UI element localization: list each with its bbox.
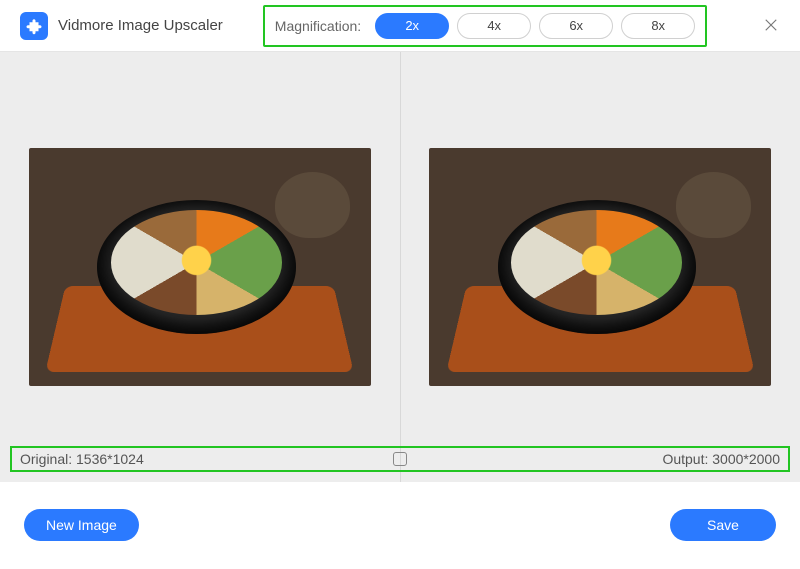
header: Vidmore Image Upscaler Magnification: 2x… (0, 0, 800, 52)
new-image-button[interactable]: New Image (24, 509, 139, 541)
close-button[interactable] (760, 14, 782, 36)
magnification-option-2x[interactable]: 2x (375, 13, 449, 39)
output-preview-pane (401, 52, 800, 482)
output-image (429, 148, 771, 386)
original-dimensions: Original: 1536*1024 (20, 451, 144, 467)
original-image (29, 148, 371, 386)
magnification-option-4x[interactable]: 4x (457, 13, 531, 39)
compare-handle-icon[interactable] (393, 452, 407, 466)
app-logo (20, 12, 48, 40)
original-preview-pane (0, 52, 401, 482)
save-button[interactable]: Save (670, 509, 776, 541)
app-title: Vidmore Image Upscaler (58, 17, 223, 34)
output-dimensions: Output: 3000*2000 (662, 451, 780, 467)
magnification-label: Magnification: (275, 18, 361, 34)
magnification-option-6x[interactable]: 6x (539, 13, 613, 39)
magnification-option-8x[interactable]: 8x (621, 13, 695, 39)
dimension-bar: Original: 1536*1024 Output: 3000*2000 (10, 446, 790, 472)
magnification-group: Magnification: 2x 4x 6x 8x (263, 5, 707, 47)
footer: New Image Save (0, 482, 800, 568)
preview-area: Original: 1536*1024 Output: 3000*2000 (0, 52, 800, 482)
puzzle-icon (25, 17, 43, 35)
close-icon (762, 16, 780, 34)
